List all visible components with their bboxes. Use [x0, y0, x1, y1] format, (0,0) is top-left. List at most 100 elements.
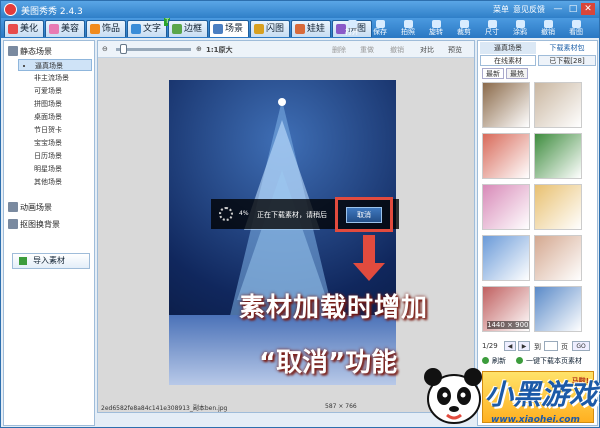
prev-page-icon[interactable]: ◀: [504, 341, 516, 351]
tab-downloaded[interactable]: 已下载[28]: [538, 55, 596, 66]
material-thumb[interactable]: [482, 184, 530, 230]
material-thumb[interactable]: [534, 82, 582, 128]
compare-button[interactable]: 对比: [420, 45, 434, 55]
material-thumb[interactable]: [534, 133, 582, 179]
zoom-out-icon[interactable]: ⊖: [102, 45, 108, 53]
material-thumb[interactable]: [482, 133, 530, 179]
app-window: 美图秀秀 2.4.3 菜单 意见反馈 — □ ✕ 美化 美容 饰品 文字T 边框…: [0, 0, 600, 428]
redo-button[interactable]: 重做: [360, 45, 374, 55]
zoom-ratio[interactable]: 1:1原大: [206, 45, 233, 55]
sidebar-item-nonmainstream[interactable]: 非主流场景: [18, 72, 92, 84]
filter-hottest[interactable]: 最热: [506, 68, 528, 79]
dynamic-scene-category[interactable]: 动画场景: [8, 202, 52, 213]
dynamic-scene-icon: [8, 202, 18, 212]
tab-doll[interactable]: 娃娃: [291, 20, 331, 37]
rotate-button[interactable]: 旋转: [422, 18, 450, 38]
tab-realistic-scene[interactable]: 逼真场景: [480, 42, 536, 54]
material-thumb[interactable]: [534, 235, 582, 281]
tab-flash[interactable]: 闪图: [250, 20, 290, 37]
sidebar-item-cute[interactable]: 可爱场景: [18, 85, 92, 97]
panda-mascot-icon: [424, 368, 482, 424]
go-button[interactable]: GO: [572, 341, 590, 351]
zoom-slider[interactable]: [116, 48, 191, 51]
annotation-line-2: “取消”功能: [259, 348, 398, 378]
open-button[interactable]: 打开: [338, 18, 366, 38]
import-material-button[interactable]: 导入素材: [12, 253, 90, 269]
material-thumb[interactable]: [534, 184, 582, 230]
tab-label: 闪图: [266, 24, 285, 34]
sidebar-item-baby[interactable]: 宝宝场景: [18, 137, 92, 149]
flash-icon: [254, 24, 264, 34]
right-panel: 逼真场景 下载素材包 在线素材 已下载[28] 最新 最热 1440 × 900…: [477, 40, 598, 426]
sidebar-item-label: 节日贺卡: [34, 126, 62, 134]
download-page-button[interactable]: 一键下载本页素材: [516, 356, 582, 366]
button-label: 刷新: [492, 357, 506, 365]
material-thumb[interactable]: 1440 × 900: [482, 286, 530, 332]
static-scene-category[interactable]: 静态场景: [8, 46, 52, 57]
thumb-image: [535, 236, 581, 280]
resize-button[interactable]: 尺寸: [478, 18, 506, 38]
next-page-icon[interactable]: ▶: [518, 341, 530, 351]
material-thumb[interactable]: [534, 286, 582, 332]
preview-button[interactable]: 预览: [448, 45, 462, 55]
button-label: 一键下载本页素材: [526, 357, 582, 365]
text-icon: [131, 24, 141, 34]
save-button[interactable]: 保存: [366, 18, 394, 38]
view-button[interactable]: 看图: [562, 18, 590, 38]
minimize-icon[interactable]: —: [551, 3, 565, 15]
tab-face[interactable]: 美容: [45, 20, 85, 37]
doodle-button[interactable]: 涂鸦: [506, 18, 534, 38]
save-icon: [375, 20, 385, 28]
resize-icon: [487, 20, 497, 28]
cancel-download-button[interactable]: 取消: [346, 207, 382, 223]
sidebar-item-holiday[interactable]: 节日贺卡: [18, 124, 92, 136]
page-number-input[interactable]: [544, 341, 558, 351]
main-toolbar: 美化 美容 饰品 文字T 边框 场景 闪图 娃娃 拼图 打开 保存 拍照 旋转 …: [1, 18, 599, 38]
canvas-undo-button[interactable]: 撤销: [390, 45, 404, 55]
tab-accessories[interactable]: 饰品: [86, 20, 126, 37]
sidebar-item-desktop[interactable]: 桌面场景: [18, 111, 92, 123]
sidebar-item-label: 桌面场景: [34, 113, 62, 121]
thumb-image: [483, 236, 529, 280]
tab-text[interactable]: 文字T: [127, 18, 170, 37]
filter-newest[interactable]: 最新: [482, 68, 504, 79]
tool-label: 尺寸: [485, 28, 499, 36]
thumb-size-label: 1440 × 900: [487, 321, 529, 329]
sidebar-item-realistic[interactable]: 逼真场景: [18, 59, 92, 71]
tab-download-pack[interactable]: 下载素材包: [538, 42, 596, 54]
zoom-in-icon[interactable]: ⊕: [196, 45, 202, 53]
annotation-line-1: 素材加载时增加: [239, 293, 429, 323]
app-logo-icon: [4, 3, 17, 16]
tab-label: 饰品: [102, 24, 121, 34]
feedback-link[interactable]: 意见反馈: [513, 4, 545, 15]
sidebar-item-other[interactable]: 其他场景: [18, 176, 92, 188]
zoom-slider-handle[interactable]: [120, 44, 127, 54]
thumb-image: [483, 134, 529, 178]
tab-beautify[interactable]: 美化: [4, 20, 44, 37]
tab-scene[interactable]: 场景: [209, 20, 249, 37]
menu-button[interactable]: 菜单: [493, 4, 509, 15]
undo-icon: [543, 20, 553, 28]
sidebar-item-collage[interactable]: 拼图场景: [18, 98, 92, 110]
maximize-icon[interactable]: □: [566, 3, 580, 15]
status-bar: 2ed6582fe8a84c141e308913_副本ben.jpg 587 ×…: [97, 400, 475, 414]
category-label: 抠图换背景: [20, 220, 60, 229]
tab-online-material[interactable]: 在线素材: [480, 55, 536, 66]
crop-button[interactable]: 裁剪: [450, 18, 478, 38]
sidebar-item-label: 日历场景: [34, 152, 62, 160]
matting-category[interactable]: 抠图换背景: [8, 219, 60, 230]
thumb-image: [535, 134, 581, 178]
material-thumb[interactable]: [482, 235, 530, 281]
tab-label: 娃娃: [307, 24, 326, 34]
tab-frame[interactable]: 边框: [168, 20, 208, 37]
download-percent: 4%: [239, 210, 249, 217]
sidebar-item-star[interactable]: 明星场景: [18, 163, 92, 175]
undo-button[interactable]: 撤销: [534, 18, 562, 38]
close-icon[interactable]: ✕: [581, 3, 595, 15]
sidebar-item-calendar[interactable]: 日历场景: [18, 150, 92, 162]
delete-button[interactable]: 删除: [332, 45, 346, 55]
tab-label: 场景: [225, 24, 244, 34]
sidebar-item-label: 其他场景: [34, 178, 62, 186]
material-thumb[interactable]: [482, 82, 530, 128]
camera-button[interactable]: 拍照: [394, 18, 422, 38]
